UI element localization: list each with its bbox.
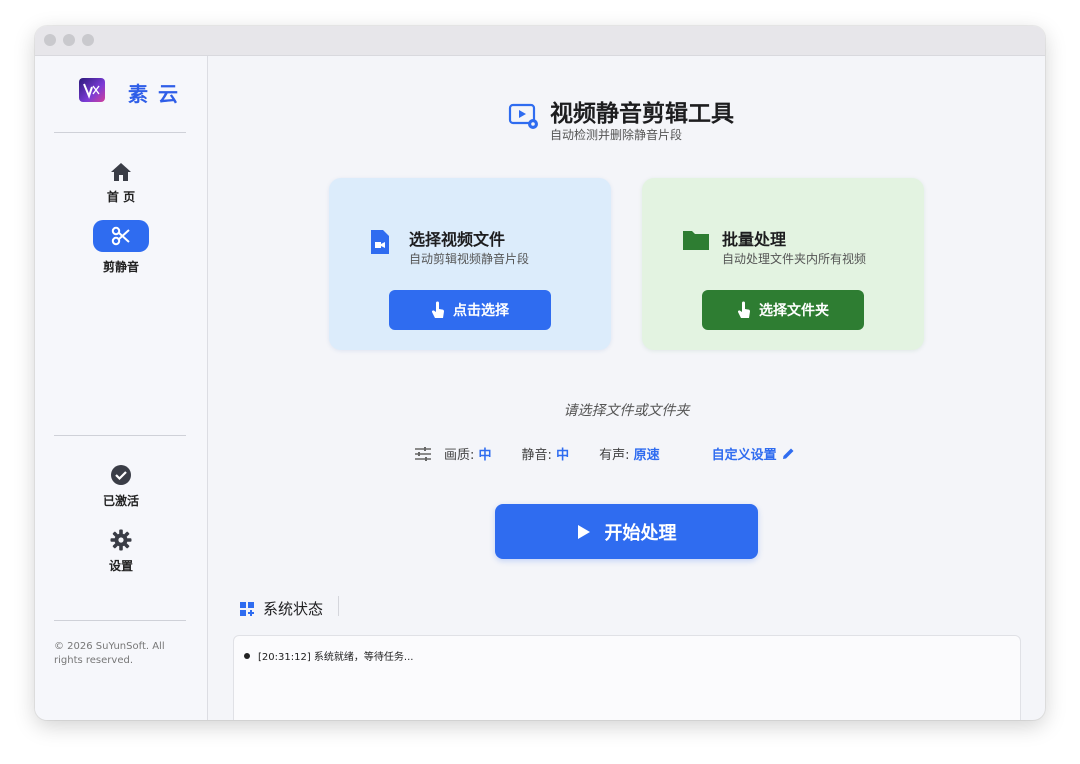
custom-settings-label: 自定义设置 bbox=[711, 448, 777, 463]
sidebar: 素云 首 页 剪静音 已激活 设置 © 2026 SuYunSoft. All … bbox=[35, 56, 208, 720]
pointer-icon bbox=[431, 301, 444, 318]
button-label: 点击选择 bbox=[453, 303, 509, 319]
active-indicator bbox=[93, 220, 149, 252]
main-content: 视频静音剪辑工具 自动检测并删除静音片段 选择视频文件 自动剪辑视频静音片段 点… bbox=[208, 56, 1045, 720]
card-title: 选择视频文件 bbox=[409, 230, 506, 249]
custom-settings-link[interactable]: 自定义设置 bbox=[712, 444, 795, 463]
sound-value: 原速 bbox=[633, 448, 660, 463]
card-title: 批量处理 bbox=[722, 230, 787, 249]
gear-icon bbox=[110, 529, 132, 551]
scissors-icon bbox=[111, 226, 130, 246]
page-subtitle: 自动检测并删除静音片段 bbox=[550, 128, 683, 142]
sidebar-item-home[interactable]: 首 页 bbox=[35, 162, 207, 205]
log-panel[interactable]: [20:31:12] 系统就绪，等待任务... bbox=[233, 635, 1021, 720]
sidebar-item-label: 设置 bbox=[108, 559, 133, 573]
close-window-button[interactable] bbox=[44, 34, 56, 46]
minimize-window-button[interactable] bbox=[63, 34, 75, 46]
select-folder-button[interactable]: 选择文件夹 bbox=[702, 290, 864, 330]
copyright-text: © 2026 SuYunSoft. All rights reserved. bbox=[54, 641, 165, 666]
sidebar-item-cut-silence[interactable]: 剪静音 bbox=[35, 220, 207, 275]
silence-label: 静音: bbox=[521, 448, 552, 463]
pencil-icon bbox=[782, 448, 794, 459]
title-bar bbox=[35, 26, 1045, 56]
button-label: 选择文件夹 bbox=[759, 303, 829, 319]
dashboard-icon bbox=[240, 601, 254, 616]
sidebar-item-activated[interactable]: 已激活 bbox=[35, 464, 207, 509]
status-title: 系统状态 bbox=[263, 600, 324, 618]
start-button-label: 开始处理 bbox=[604, 522, 677, 544]
app-logo bbox=[79, 78, 105, 102]
selection-hint: 请选择文件或文件夹 bbox=[563, 403, 690, 419]
quality-label: 画质: bbox=[444, 448, 475, 463]
sliders-icon bbox=[415, 446, 431, 461]
home-icon bbox=[111, 163, 131, 181]
zoom-window-button[interactable] bbox=[82, 34, 94, 46]
pointer-icon bbox=[737, 301, 750, 318]
app-window: 素云 首 页 剪静音 已激活 设置 © 2026 SuYunSoft. All … bbox=[35, 26, 1045, 720]
sound-label: 有声: bbox=[599, 448, 630, 463]
sidebar-item-settings[interactable]: 设置 bbox=[35, 529, 207, 574]
card-subtitle: 自动处理文件夹内所有视频 bbox=[722, 252, 867, 266]
card-subtitle: 自动剪辑视频静音片段 bbox=[409, 252, 530, 266]
sidebar-divider bbox=[54, 435, 186, 436]
log-text: [20:31:12] 系统就绪，等待任务... bbox=[258, 652, 414, 663]
status-divider bbox=[338, 596, 339, 616]
video-file-icon bbox=[371, 230, 389, 254]
log-entry: [20:31:12] 系统就绪，等待任务... bbox=[244, 648, 413, 663]
sidebar-divider bbox=[54, 620, 186, 621]
batch-process-card: 批量处理 自动处理文件夹内所有视频 选择文件夹 bbox=[642, 178, 924, 350]
select-file-card: 选择视频文件 自动剪辑视频静音片段 点击选择 bbox=[329, 178, 611, 350]
bullet-icon bbox=[244, 652, 250, 659]
silence-value: 中 bbox=[556, 448, 570, 463]
page-title: 视频静音剪辑工具 bbox=[550, 101, 734, 127]
settings-summary: 画质: 中 静音: 中 有声: 原速 自定义设置 bbox=[414, 444, 795, 463]
folder-icon bbox=[683, 231, 709, 250]
select-file-button[interactable]: 点击选择 bbox=[389, 290, 551, 330]
quality-value: 中 bbox=[478, 448, 492, 463]
sidebar-item-label: 剪静音 bbox=[102, 260, 139, 274]
sidebar-item-label: 已激活 bbox=[102, 494, 139, 508]
play-icon bbox=[577, 524, 590, 539]
sidebar-divider bbox=[54, 132, 186, 133]
video-settings-icon bbox=[508, 103, 538, 129]
brand-name: 素云 bbox=[128, 82, 188, 106]
start-processing-button[interactable]: 开始处理 bbox=[495, 504, 758, 559]
sidebar-item-label: 首 页 bbox=[106, 190, 136, 204]
status-header: 系统状态 bbox=[239, 598, 323, 619]
check-circle-icon bbox=[111, 465, 131, 485]
